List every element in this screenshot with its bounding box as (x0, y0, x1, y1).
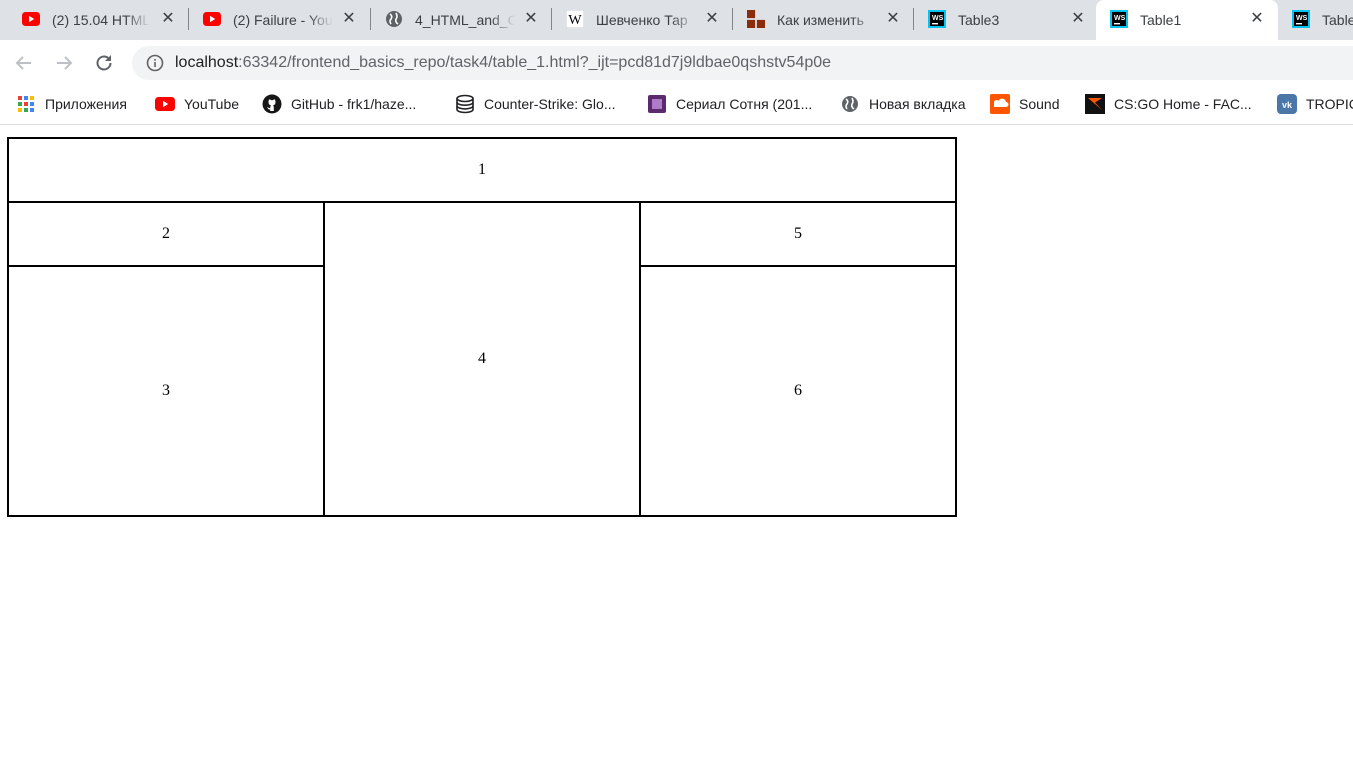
url-path: :63342/frontend_basics_repo/task4/table_… (238, 54, 832, 71)
tab-title: Как изменить (777, 12, 864, 28)
bookmark-label: Sound (1019, 96, 1060, 112)
table-cell-5: 5 (639, 201, 957, 267)
bookmark-faceit[interactable]: CS:GO Home - FAC... (1085, 94, 1252, 114)
apps-grid-icon (16, 94, 36, 114)
table-cell-6: 6 (639, 265, 957, 517)
faceit-icon (1085, 94, 1105, 114)
close-tab-icon[interactable]: ✕ (702, 9, 722, 29)
tab-html-and-css[interactable]: 4_HTML_and_C ✕ (363, 0, 551, 38)
bookmark-label: TROPIC (1306, 96, 1353, 112)
bookmark-new-tab[interactable]: Новая вкладка (840, 94, 966, 114)
tab-strip: (2) 15.04 HTML ✕ (2) Failure - You ✕ 4_H… (0, 0, 1353, 40)
webstorm-icon: WS (1110, 10, 1128, 28)
page-content: 1 2 4 5 3 6 (0, 125, 1353, 760)
webstorm-icon: WS (928, 10, 946, 28)
layout-table: 1 2 4 5 3 6 (7, 137, 957, 517)
tab-wikipedia[interactable]: W Шевченко Тар ✕ (544, 0, 732, 38)
close-tab-icon[interactable]: ✕ (883, 9, 903, 29)
database-icon (455, 94, 475, 114)
bookmark-label: Counter-Strike: Glo... (484, 96, 616, 112)
tab-table1[interactable]: WS Table1 ✕ (1096, 0, 1278, 40)
globe-icon (840, 94, 860, 114)
bookmark-serial-sotnya[interactable]: Сериал Сотня (201... (647, 94, 812, 114)
close-tab-icon[interactable]: ✕ (339, 9, 359, 29)
table-cell-1: 1 (7, 137, 957, 203)
bookmark-label: GitHub - frk1/haze... (291, 96, 417, 112)
close-tab-icon[interactable]: ✕ (158, 9, 178, 29)
back-arrow-icon[interactable] (12, 51, 36, 75)
bookmark-tropic[interactable]: vk TROPIC (1277, 94, 1353, 114)
youtube-icon (22, 10, 40, 28)
bookmarks-bar: Приложения YouTube GitHub - frk1/haze...… (0, 86, 1353, 125)
svg-text:WS: WS (1114, 15, 1126, 22)
soundcloud-icon (990, 94, 1010, 114)
tab-table[interactable]: WS Table (1270, 0, 1353, 38)
url-host: localhost (175, 54, 239, 71)
address-bar[interactable]: localhost:63342/frontend_basics_repo/tas… (132, 46, 1353, 80)
table-cell-4: 4 (323, 201, 641, 517)
bookmark-sound[interactable]: Sound (990, 94, 1059, 114)
table-cell-2: 2 (7, 201, 325, 267)
tab-title: Table3 (958, 12, 1000, 28)
close-tab-icon[interactable]: ✕ (521, 9, 541, 29)
tab-title: (2) Failure - You (233, 12, 333, 28)
close-tab-icon[interactable]: ✕ (1247, 9, 1267, 29)
tab-title: Table (1322, 12, 1353, 28)
bookmark-label: YouTube (184, 96, 240, 112)
info-icon[interactable] (146, 54, 164, 72)
bookmark-counter-strike[interactable]: Counter-Strike: Glo... (455, 94, 616, 114)
wikipedia-icon: W (566, 10, 584, 28)
tab-title: 4_HTML_and_C (415, 12, 515, 28)
address-url[interactable]: localhost:63342/frontend_basics_repo/tas… (175, 53, 831, 73)
tab-youtube-failure[interactable]: (2) Failure - You ✕ (181, 0, 369, 38)
youtube-icon (155, 94, 175, 114)
tab-youtube-html[interactable]: (2) 15.04 HTML ✕ (0, 0, 188, 38)
vk-icon: vk (1277, 94, 1297, 114)
table-cell-3: 3 (7, 265, 325, 517)
close-tab-icon[interactable]: ✕ (1068, 9, 1088, 29)
bookmark-label: CS:GO Home - FAC... (1114, 96, 1252, 112)
svg-text:W: W (568, 13, 582, 28)
bookmark-label: Сериал Сотня (201... (676, 96, 813, 112)
svg-text:vk: vk (1282, 100, 1293, 110)
film-icon (647, 94, 667, 114)
tab-kak-izmenit[interactable]: Как изменить ✕ (725, 0, 913, 38)
webstorm-icon: WS (1292, 10, 1310, 28)
bookmark-youtube[interactable]: YouTube (155, 94, 239, 114)
svg-text:WS: WS (1296, 15, 1308, 22)
tab-table3[interactable]: WS Table3 ✕ (906, 0, 1094, 38)
bookmark-github[interactable]: GitHub - frk1/haze... (262, 94, 416, 114)
forward-arrow-icon[interactable] (52, 51, 76, 75)
browser-toolbar: localhost:63342/frontend_basics_repo/tas… (0, 40, 1353, 86)
tab-title: Шевченко Тар (596, 12, 688, 28)
bookmark-label: Приложения (45, 96, 127, 112)
github-icon (262, 94, 282, 114)
youtube-icon (203, 10, 221, 28)
tab-title: (2) 15.04 HTML (52, 12, 150, 28)
tab-title: Table1 (1140, 12, 1182, 28)
globe-icon (385, 10, 403, 28)
site-icon (747, 10, 765, 28)
svg-text:WS: WS (932, 15, 944, 22)
reload-icon[interactable] (92, 51, 116, 75)
bookmark-apps[interactable]: Приложения (16, 94, 127, 114)
bookmark-label: Новая вкладка (869, 96, 966, 112)
